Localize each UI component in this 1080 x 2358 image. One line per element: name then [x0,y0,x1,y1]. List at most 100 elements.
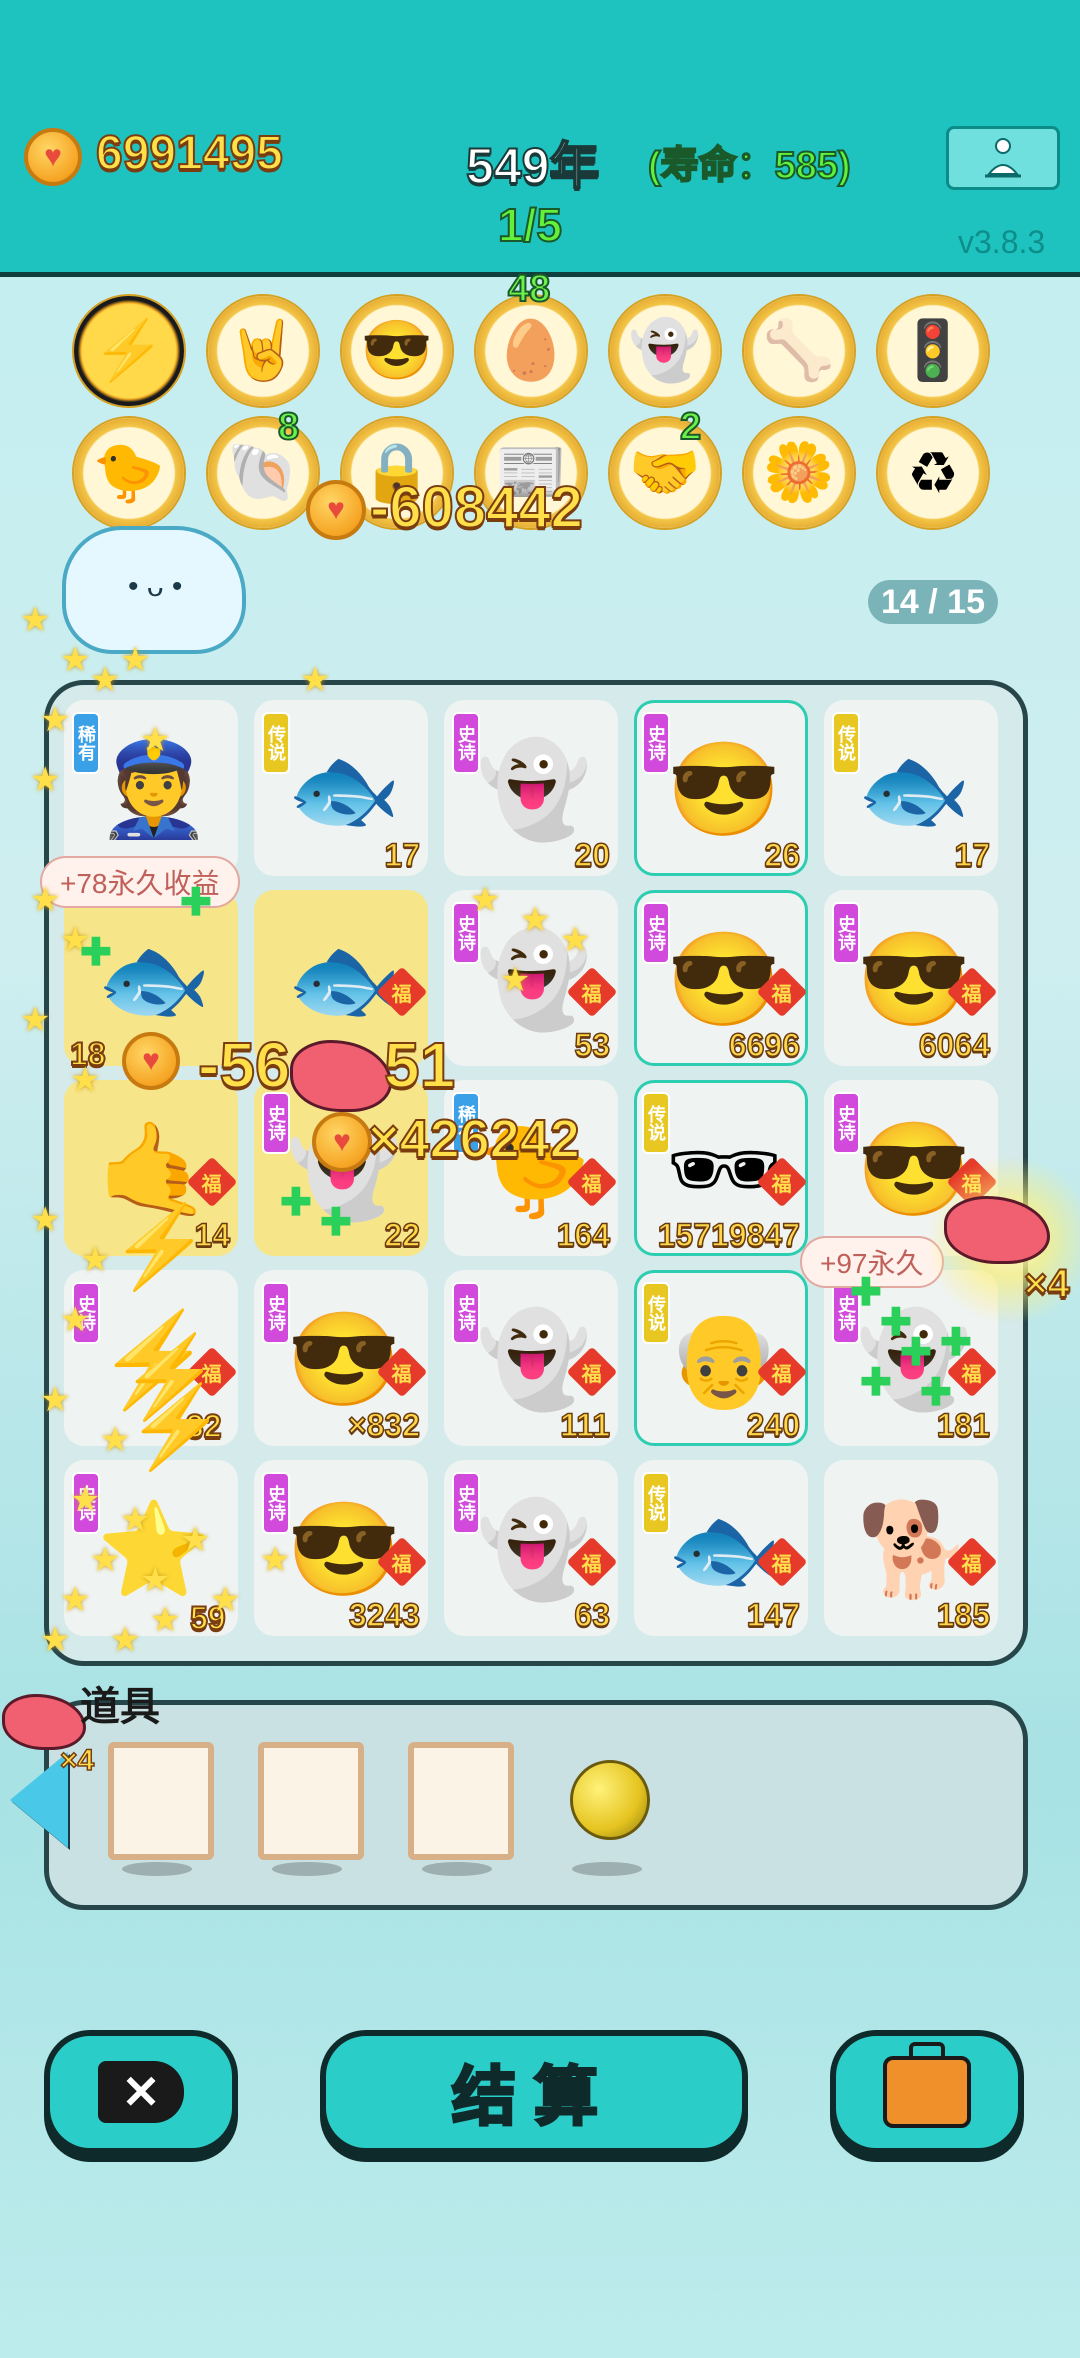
board-cell[interactable]: 传说 🐟 17 [824,700,998,876]
inventory-button[interactable] [830,2030,1024,2154]
negative-burst-tail: 51 [383,1028,456,1102]
lightning-icon: ⚡ [125,1381,227,1472]
star-icon: ★ [80,1241,111,1279]
cell-value: 63 [574,1596,611,1634]
cell-value: 53 [574,1026,611,1064]
star-icon: ★ [90,661,121,699]
cancel-button[interactable]: ✕ [44,2030,238,2154]
sunglasses-man-icon: 🕶 [665,1118,783,1221]
cell-value: ×832 [347,1406,421,1444]
board-cell[interactable]: 史诗 😎 26 [634,700,808,876]
star-icon: ★ [70,1061,101,1099]
green-hat-guy-icon: 😎 [286,1308,402,1411]
badge-count: 2 [679,405,702,449]
board-cell[interactable]: 史诗 👻 福 111 [444,1270,618,1446]
star-icon: ★ [20,601,51,639]
plus-icon: ✚ [180,882,212,924]
coin-balance: 6991495 [95,126,284,181]
negative-burst-text: -56 [197,1028,291,1102]
flower-pot-icon[interactable]: 🌼 [744,418,854,528]
slot-shadow [272,1862,342,1876]
recycle-icon[interactable]: ♻ [878,418,988,528]
prop-slot-1[interactable] [108,1742,214,1860]
star-icon: ★ [150,1601,181,1639]
fortune-label: 福 [392,983,412,1006]
dog-bowl-icon[interactable]: 🦴 [744,296,854,406]
prop-slot-3[interactable] [408,1742,514,1860]
cloud-mascot-icon[interactable]: • ᴗ • [62,526,246,654]
chick-icon[interactable]: 🐤 [74,418,184,528]
plus-icon: ✚ [80,932,112,974]
board-cell[interactable]: 🐕 福 185 [824,1460,998,1636]
top-bar: ♥ 6991495 549年 (寿命：585) 1/5 v3.8.3 [0,0,1080,277]
coin-icon: ♥ [122,1032,180,1090]
cell-value: 17 [384,836,421,874]
ghost-icon[interactable]: 👻 [610,296,720,406]
star-icon: ★ [40,701,71,739]
fortune-label: 福 [392,1553,412,1576]
green-hat-guy-icon: 😎 [666,928,782,1031]
board-cell[interactable]: 史诗 👻 20 [444,700,618,876]
koi-fish-icon: 🐟 [286,738,402,841]
cell-value: 22 [384,1216,421,1254]
traffic-light-icon[interactable]: 🚦 [878,296,988,406]
crowd-face-icon[interactable]: 😎 [342,296,452,406]
board-cell[interactable]: 传说 👴 福 240 [634,1270,808,1446]
cell-value: 26 [764,836,801,874]
coin-icon: ♥ [306,480,366,540]
star-icon: ★ [260,1541,291,1579]
fortune-label: 福 [772,1363,792,1386]
board-cell[interactable]: 传说 🐟 福 147 [634,1460,808,1636]
fish-crossed-icon: 🐟 [286,928,402,1031]
shell-icon[interactable]: 🐚 [208,418,318,528]
egg-tray-icon[interactable]: 🥚 [476,296,586,406]
handshake-icon[interactable]: 🤝 [610,418,720,528]
star-icon: ★ [300,661,331,699]
fortune-label: 福 [582,1363,602,1386]
star-icon: ★ [60,641,91,679]
prop-slot-2[interactable] [258,1742,364,1860]
board-cell[interactable]: 史诗 👻 福 63 [444,1460,618,1636]
cell-value: 20 [574,836,611,874]
star-icon: ★ [30,761,61,799]
lightning-icon: ⚡ [109,1201,211,1292]
fortune-label: 福 [392,1363,412,1386]
green-hat-guy-icon: 😎 [286,1498,402,1601]
board-cell[interactable]: 史诗 😎 福 6696 [634,890,808,1066]
liver-count: ×4 [59,1743,95,1778]
settle-button[interactable]: 结算 [320,2030,748,2154]
star-icon: ★ [120,1501,151,1539]
side-multiplier-text: ×4 [1023,1261,1071,1307]
cell-value: 6696 [728,1026,801,1064]
multiplier-text: ×426242 [367,1108,581,1170]
green-hat-guy-icon: 😎 [856,928,972,1031]
star-icon: ★ [120,641,151,679]
lightning-icon[interactable]: ⚡ [74,296,184,406]
cloud-face: • ᴗ • [128,570,183,603]
cell-value: 240 [746,1406,801,1444]
board-cell[interactable]: 史诗 😎 福 6064 [824,890,998,1066]
rock-hand-icon[interactable]: 🤘 [208,296,318,406]
fish-crossed-icon: 🐟 [96,928,212,1031]
coin-delta-text: -608442 [369,474,584,541]
board-cell[interactable]: 史诗 😎 福 ×832 [254,1270,428,1446]
gold-ball-icon[interactable] [570,1760,650,1840]
ghost-icon: 👻 [476,738,592,841]
star-icon: ★ [60,1581,91,1619]
star-icon: ★ [560,921,591,959]
coin-icon: ♥ [24,128,82,186]
cell-value: 17 [954,836,991,874]
star-icon: ★ [20,1001,51,1039]
star-icon: ★ [110,1621,141,1659]
meditate-icon [985,138,1021,178]
slot-shadow [422,1862,492,1876]
board-cell[interactable]: 传说 🕶 福 15719847 [634,1080,808,1256]
meditate-button[interactable] [946,126,1060,190]
round-indicator: 1/5 [497,198,563,252]
board-cell[interactable]: 传说 🐟 17 [254,700,428,876]
fortune-label: 福 [582,1553,602,1576]
badge-count: 48 [507,267,551,311]
star-icon: ★ [210,1581,241,1619]
star-icon: ★ [40,1621,71,1659]
star-icon: ★ [140,721,171,759]
